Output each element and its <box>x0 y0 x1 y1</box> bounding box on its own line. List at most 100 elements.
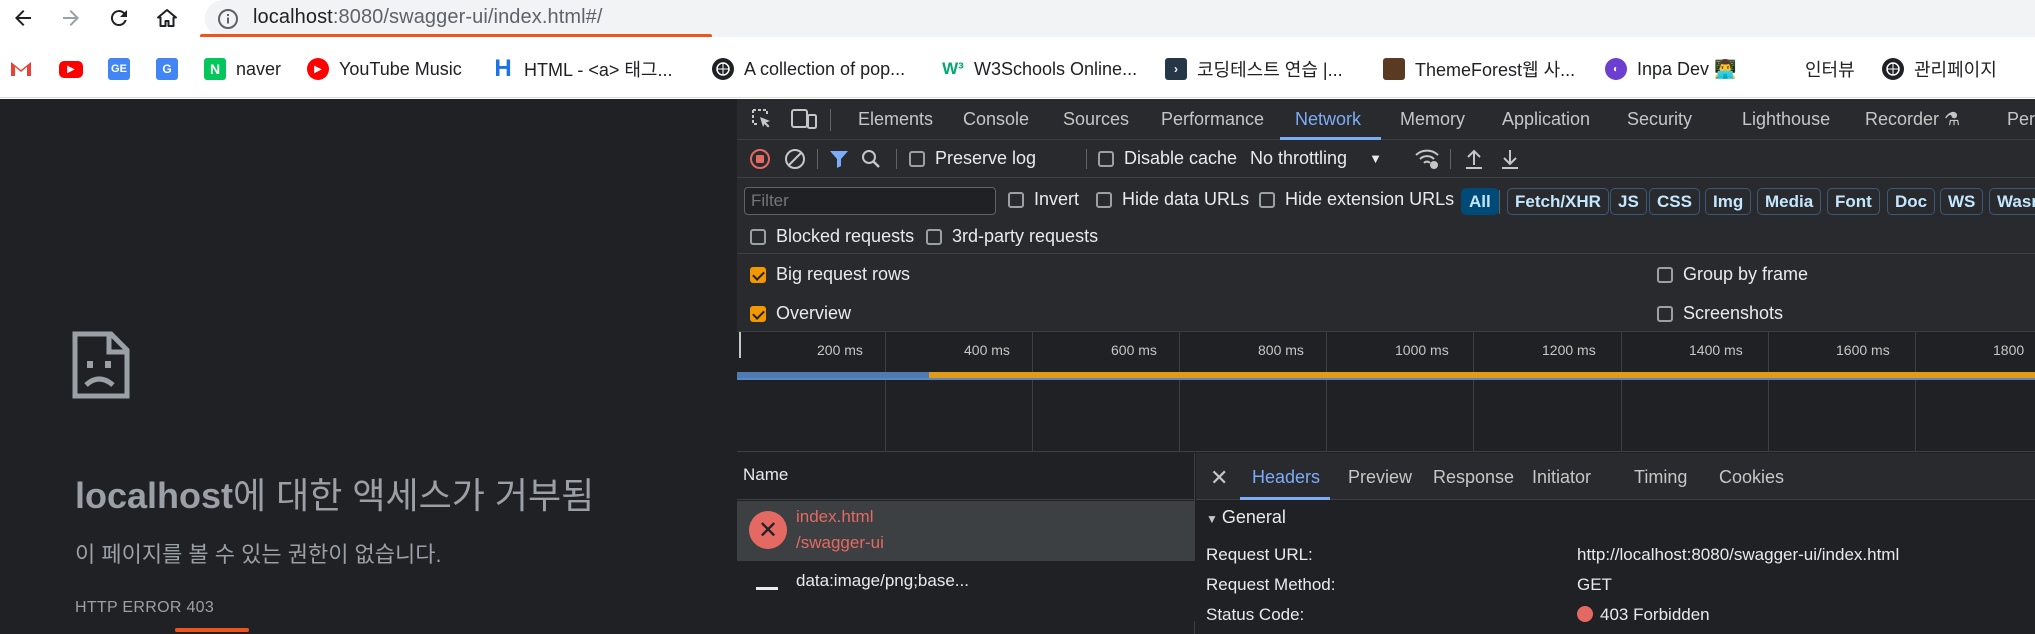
bookmark-naver[interactable]: Nnaver <box>204 57 281 81</box>
type-filter-font[interactable]: Font <box>1827 188 1880 215</box>
preserve-log-checkbox[interactable]: Preserve log <box>909 148 1036 169</box>
tab-cookies[interactable]: Cookies <box>1719 467 1784 488</box>
bookmark-admin-page[interactable]: 관리페이지 <box>1882 57 1997 81</box>
request-row-data-image[interactable]: data:image/png;base... <box>737 561 1195 621</box>
request-list-header[interactable]: Name <box>737 453 1195 500</box>
group-by-frame-checkbox[interactable]: Group by frame <box>1657 264 1808 285</box>
tab-initiator[interactable]: Initiator <box>1532 467 1591 488</box>
bookmark-gmail[interactable] <box>10 57 42 81</box>
type-filter-img[interactable]: Img <box>1705 188 1752 215</box>
status-code-value: 403 Forbidden <box>1577 605 1710 625</box>
bookmark-label: W3Schools Online... <box>974 58 1138 79</box>
tab-performance[interactable]: Performance <box>1161 109 1264 130</box>
tab-performance-insights[interactable]: Per <box>2007 109 2035 130</box>
checkbox-box <box>1657 266 1673 283</box>
tick-label: 600 ms <box>1111 342 1157 358</box>
network-conditions-icon[interactable] <box>1414 147 1440 171</box>
forward-button[interactable] <box>56 3 86 33</box>
type-filter-ws[interactable]: WS <box>1940 188 1984 215</box>
tab-sources[interactable]: Sources <box>1063 109 1129 130</box>
record-stop-icon[interactable] <box>749 148 771 170</box>
w3schools-icon: W³ <box>942 59 964 78</box>
tab-lighthouse[interactable]: Lighthouse <box>1742 109 1830 130</box>
big-request-rows-checkbox[interactable]: Big request rows <box>750 264 910 285</box>
general-section-title: General <box>1221 507 1286 527</box>
general-section-toggle[interactable]: ▼ General <box>1206 507 1286 528</box>
timeline-start-handle[interactable] <box>739 332 741 358</box>
bookmark-themeforest[interactable]: ThemeForest웹 사... <box>1383 57 1575 81</box>
close-icon[interactable]: ✕ <box>1210 465 1228 491</box>
bookmark-youtube-music[interactable]: ▶ YouTube Music <box>307 57 462 81</box>
tab-elements[interactable]: Elements <box>858 109 933 130</box>
error-title: localhost에 대한 액세스가 거부됨 <box>75 467 594 519</box>
tab-security[interactable]: Security <box>1627 109 1692 130</box>
type-filter-js[interactable]: JS <box>1610 188 1647 215</box>
filter-input[interactable] <box>744 187 996 215</box>
tab-recorder[interactable]: Recorder ⚗ <box>1865 109 1960 130</box>
inspect-element-icon[interactable] <box>750 107 774 136</box>
clear-icon[interactable] <box>784 148 806 170</box>
gmail-icon <box>10 58 32 80</box>
tab-timing[interactable]: Timing <box>1634 467 1687 488</box>
reload-button[interactable] <box>104 3 134 33</box>
search-icon[interactable] <box>860 148 882 170</box>
bookmark-google-translate[interactable]: G <box>156 57 188 81</box>
back-button[interactable] <box>8 3 38 33</box>
site-info-icon[interactable] <box>217 8 239 35</box>
bookmark-google-sheets[interactable]: GE <box>108 57 140 81</box>
error-page: localhost에 대한 액세스가 거부됨 이 페이지를 볼 수 있는 권한이… <box>0 99 737 634</box>
filter-funnel-icon[interactable] <box>828 148 850 170</box>
import-har-icon[interactable] <box>1463 147 1485 171</box>
throttling-value: No throttling <box>1250 148 1348 168</box>
bookmark-inpa-dev[interactable]: ◐ Inpa Dev 👨‍💻 <box>1605 57 1736 81</box>
blocked-requests-checkbox[interactable]: Blocked requests <box>750 226 914 247</box>
tab-preview[interactable]: Preview <box>1348 467 1412 488</box>
details-tab-bar: ✕ Headers Preview Response Initiator Tim… <box>1196 453 2035 500</box>
network-settings: Big request rows Overview Group by frame… <box>737 254 2035 332</box>
tab-recorder-label: Recorder <box>1865 109 1940 129</box>
screenshots-checkbox[interactable]: Screenshots <box>1657 303 1783 324</box>
throttling-select[interactable]: No throttling ▼ <box>1250 148 1382 169</box>
bookmark-w3schools[interactable]: W³ W3Schools Online... <box>942 57 1137 81</box>
preserve-log-label: Preserve log <box>935 148 1037 168</box>
checkbox-box <box>1096 191 1112 208</box>
network-overview-timeline[interactable]: 200 ms 400 ms 600 ms 800 ms 1000 ms 1200… <box>737 332 2035 452</box>
error-title-text: 에 대한 액세스가 거부됨 <box>233 475 595 516</box>
tab-network[interactable]: Network <box>1295 109 1361 130</box>
request-row-index-html[interactable]: ✕ index.html /swagger-ui <box>737 501 1195 561</box>
overview-checkbox[interactable]: Overview <box>750 303 851 324</box>
disable-cache-checkbox[interactable]: Disable cache <box>1098 148 1237 169</box>
type-filter-wasm[interactable]: Wasm <box>1989 188 2035 215</box>
type-filter-media[interactable]: Media <box>1757 188 1822 215</box>
tick-label: 1000 ms <box>1395 342 1449 358</box>
tab-response[interactable]: Response <box>1433 467 1514 488</box>
bookmark-programmers[interactable]: › 코딩테스트 연습 |... <box>1165 57 1343 81</box>
bookmark-collection[interactable]: A collection of pop... <box>712 57 905 81</box>
tick-line <box>1768 332 1769 452</box>
type-filter-all[interactable]: All <box>1461 188 1499 215</box>
type-filter-fetch-xhr[interactable]: Fetch/XHR <box>1507 188 1609 215</box>
bookmark-youtube[interactable]: ▶ <box>59 57 93 81</box>
bookmark-interview[interactable]: 인터뷰 <box>1805 57 1855 81</box>
hide-data-urls-checkbox[interactable]: Hide data URLs <box>1096 189 1249 210</box>
url-text[interactable]: localhost:8080/swagger-ui/index.html#/ <box>253 6 603 29</box>
tab-application[interactable]: Application <box>1502 109 1590 130</box>
export-har-icon[interactable] <box>1499 147 1521 171</box>
type-filter-doc[interactable]: Doc <box>1887 188 1936 215</box>
address-bar[interactable]: localhost:8080/swagger-ui/index.html#/ <box>205 0 2035 37</box>
invert-checkbox[interactable]: Invert <box>1008 189 1079 210</box>
home-button[interactable] <box>152 3 182 33</box>
hide-extension-urls-checkbox[interactable]: Hide extension URLs <box>1259 189 1454 210</box>
type-filter-css[interactable]: CSS <box>1649 188 1700 215</box>
third-party-requests-checkbox[interactable]: 3rd-party requests <box>926 226 1098 247</box>
tick-line <box>1473 332 1474 452</box>
bookmark-html-a-tag[interactable]: H HTML - <a> 태그... <box>492 55 672 82</box>
tab-memory[interactable]: Memory <box>1400 109 1465 130</box>
request-method-key: Request Method: <box>1206 575 1336 594</box>
url-path: :8080/swagger-ui/index.html#/ <box>332 6 603 28</box>
device-toolbar-icon[interactable] <box>791 107 817 136</box>
tab-headers[interactable]: Headers <box>1252 467 1320 488</box>
tab-console[interactable]: Console <box>963 109 1029 130</box>
annotation-underline-small <box>175 628 249 632</box>
error-title-host: localhost <box>75 475 234 516</box>
